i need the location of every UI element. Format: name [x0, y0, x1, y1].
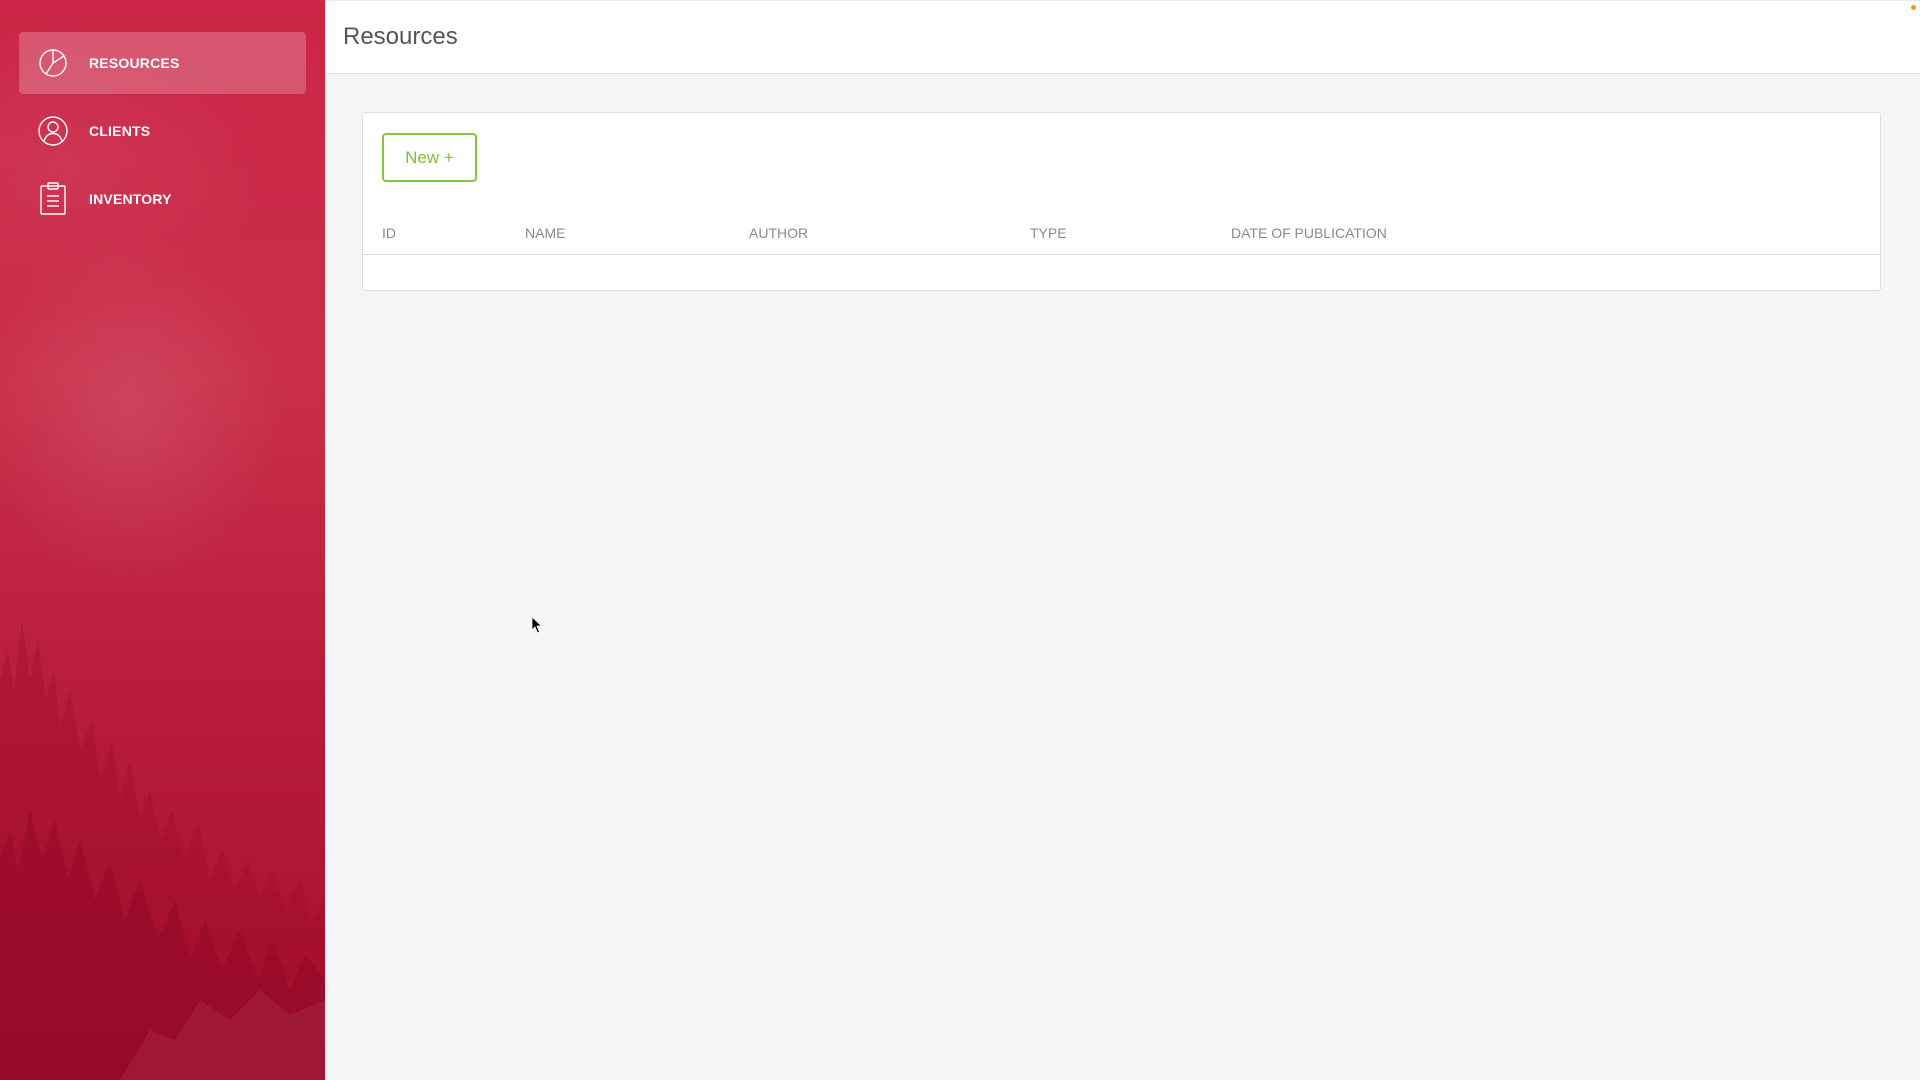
- app-window: RESOURCES CLIENTS INVENTORY Resources Ne…: [0, 0, 1920, 1080]
- column-header-author[interactable]: AUTHOR: [749, 225, 808, 241]
- sidebar-item-label: CLIENTS: [89, 123, 151, 139]
- pie-chart-icon: [37, 47, 69, 79]
- sidebar: RESOURCES CLIENTS INVENTORY: [0, 0, 325, 1080]
- column-header-id[interactable]: ID: [382, 225, 396, 241]
- notification-dot: [1911, 5, 1916, 10]
- sidebar-item-clients[interactable]: CLIENTS: [19, 100, 306, 162]
- sidebar-item-resources[interactable]: RESOURCES: [19, 32, 306, 94]
- table-header: ID NAME AUTHOR TYPE DATE OF PUBLICATION: [363, 225, 1880, 255]
- mouse-cursor-icon: [531, 616, 543, 634]
- new-resource-button[interactable]: New +: [382, 133, 477, 182]
- sidebar-nav: RESOURCES CLIENTS INVENTORY: [0, 0, 325, 230]
- sidebar-item-inventory[interactable]: INVENTORY: [19, 168, 306, 230]
- resources-card: New + ID NAME AUTHOR TYPE DATE OF PUBLIC…: [362, 112, 1881, 291]
- column-header-name[interactable]: NAME: [525, 225, 565, 241]
- forest-background-image: [0, 620, 325, 1080]
- top-bar: Resources: [325, 0, 1920, 74]
- column-header-type[interactable]: TYPE: [1030, 225, 1067, 241]
- page-title: Resources: [343, 23, 458, 50]
- user-icon: [37, 115, 69, 147]
- main-content: Resources New + ID NAME AUTHOR TYPE DATE…: [325, 0, 1920, 1080]
- clipboard-icon: [37, 182, 69, 215]
- sidebar-item-label: RESOURCES: [89, 55, 180, 71]
- sidebar-item-label: INVENTORY: [89, 191, 172, 207]
- column-header-date-of-publication[interactable]: DATE OF PUBLICATION: [1231, 225, 1387, 241]
